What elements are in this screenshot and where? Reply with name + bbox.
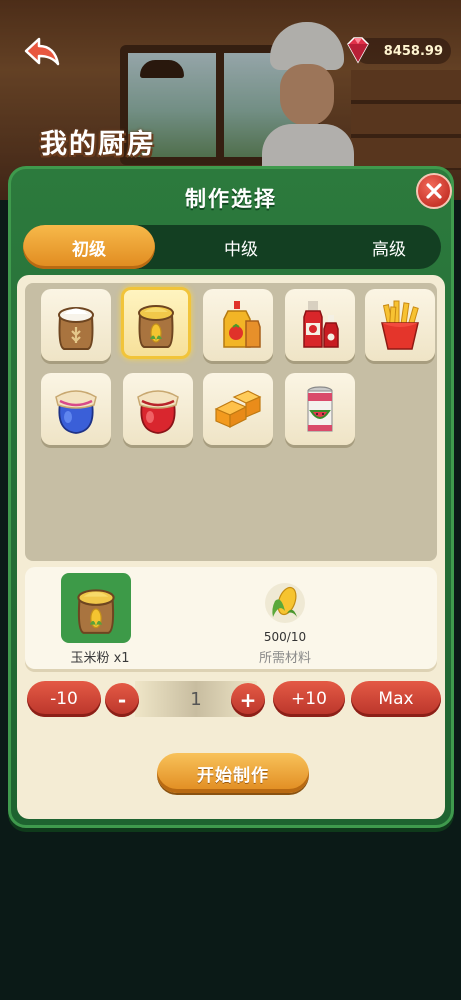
tab-beginner-label: 初级 <box>72 239 106 260</box>
recipe-item-cornmeal[interactable] <box>121 287 191 359</box>
recipe-grid <box>25 283 437 561</box>
minus-label: - <box>117 688 127 712</box>
mustard-tomato-bottles-icon <box>223 301 261 348</box>
max-label: Max <box>378 689 414 709</box>
plus-label: + <box>239 688 257 712</box>
product-name: 玉米粉 x1 <box>70 651 130 666</box>
back-arrow-icon <box>24 37 60 66</box>
close-icon <box>426 183 442 199</box>
kitchen-title: 我的厨房 <box>40 129 156 160</box>
recipe-item-blueberry-jam[interactable] <box>41 373 111 445</box>
recipe-item-watermelon-can[interactable] <box>285 373 355 445</box>
gem-balance-value: 8458.99 <box>383 43 443 59</box>
tab-intermediate-label: 中级 <box>224 239 258 260</box>
tab-beginner[interactable]: 初级 <box>23 225 155 269</box>
strawberry-jam-jar-icon <box>137 390 179 434</box>
watermelon-can-icon <box>307 386 333 432</box>
tab-intermediate[interactable]: 中级 <box>175 225 307 269</box>
craft-content: 玉米粉 x1 500/10 所需材料 -10 - 1 + +10 Max 开始制… <box>17 275 445 819</box>
ketchup-bottles-icon <box>303 301 339 348</box>
recipe-item-strawberry-jam[interactable] <box>123 373 193 445</box>
tier-tabs: 初级 中级 高级 <box>23 225 441 269</box>
flour-sack-icon <box>58 307 94 350</box>
cheese-blocks-icon <box>214 390 262 428</box>
material-count: 500/10 <box>263 630 307 644</box>
cornmeal-sack-icon <box>138 305 174 348</box>
tab-advanced[interactable]: 高级 <box>323 225 455 269</box>
back-button[interactable] <box>22 34 62 68</box>
recipe-item-fries[interactable] <box>365 289 435 361</box>
start-crafting-label: 开始制作 <box>197 765 269 786</box>
plus-10-button[interactable]: +10 <box>273 681 345 717</box>
max-button[interactable]: Max <box>351 681 441 717</box>
cornmeal-sack-icon <box>77 589 115 634</box>
minus-button[interactable]: - <box>105 683 139 717</box>
plus-button[interactable]: + <box>231 683 265 717</box>
corn-icon <box>265 583 305 623</box>
minus-10-label: -10 <box>50 689 78 709</box>
craft-dialog: 制作选择 初级 中级 高级 玉米粉 x1 500/10 所需材料 -10 - 1… <box>8 166 454 828</box>
product-preview <box>61 573 131 643</box>
close-button[interactable] <box>416 173 452 209</box>
dialog-title: 制作选择 <box>185 187 277 211</box>
tab-advanced-label: 高级 <box>372 239 406 260</box>
recipe-item-ketchup[interactable] <box>285 289 355 361</box>
minus-10-button[interactable]: -10 <box>27 681 101 717</box>
material-label: 所需材料 <box>258 651 311 666</box>
recipe-item-flour[interactable] <box>41 289 111 361</box>
ruby-gem-icon <box>347 37 369 64</box>
blueberry-jam-jar-icon <box>55 390 97 434</box>
start-crafting-button[interactable]: 开始制作 <box>157 753 309 793</box>
recipe-item-mustard-tomato[interactable] <box>203 289 273 361</box>
recipe-item-cheese[interactable] <box>203 373 273 445</box>
plus-10-label: +10 <box>291 689 327 709</box>
french-fries-icon <box>381 300 419 350</box>
recipe-detail: 玉米粉 x1 500/10 所需材料 <box>25 567 437 669</box>
